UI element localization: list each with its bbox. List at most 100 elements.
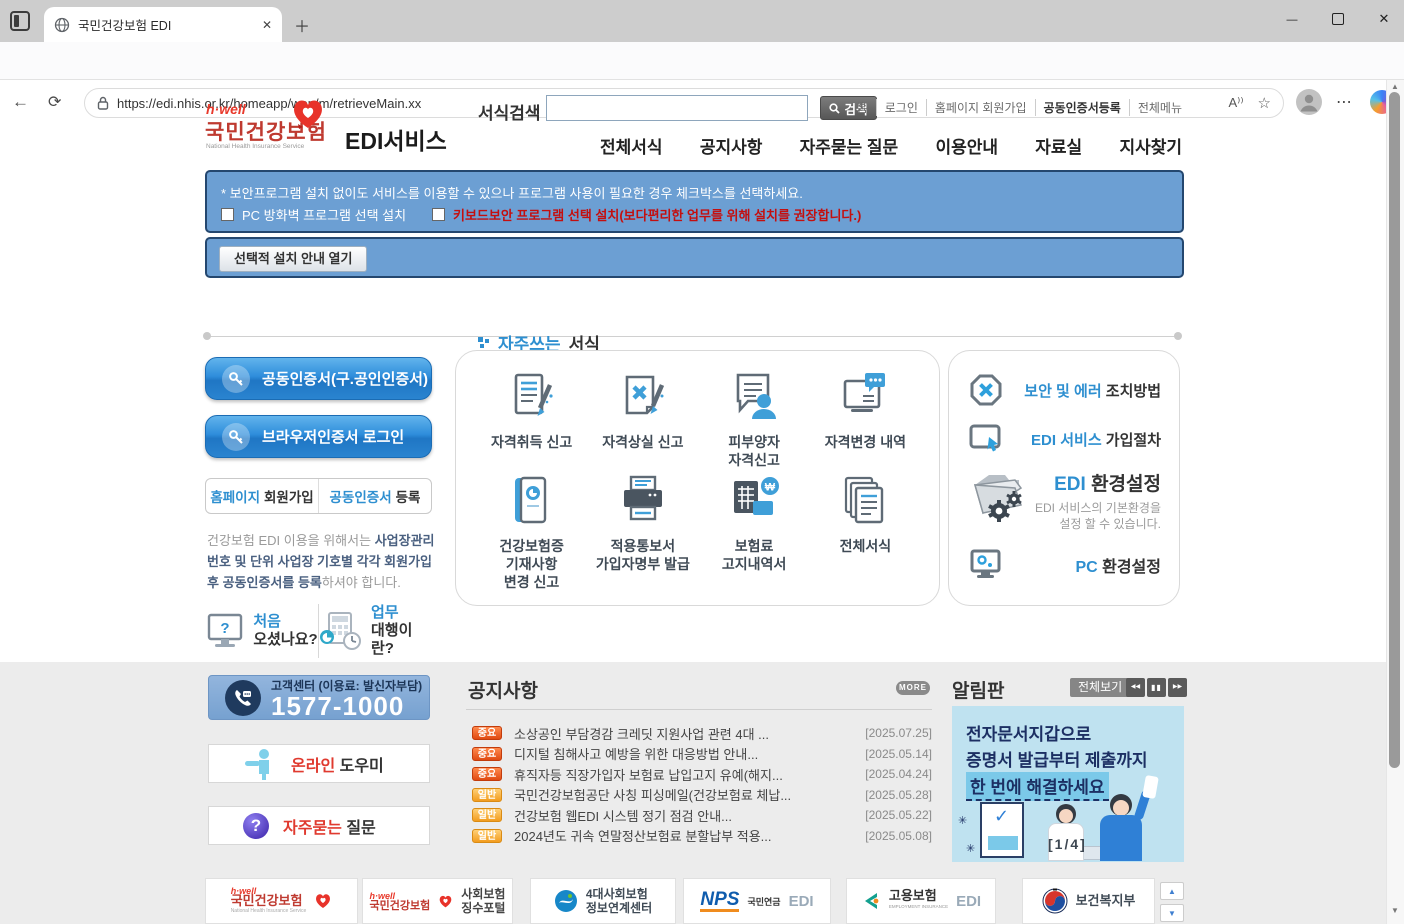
notice-row[interactable]: 일반 2024년도 귀속 연말정산보험료 분할납부 적용... [2025.05… (472, 829, 932, 843)
nav-faq[interactable]: 자주묻는 질문 (800, 133, 899, 158)
util-login-link[interactable]: 로그인 (877, 99, 927, 116)
taegeuk-icon (1042, 888, 1068, 914)
read-aloud-icon[interactable] (1228, 95, 1243, 111)
notice-badge: 중요 (472, 726, 502, 740)
form-search-input[interactable] (546, 95, 808, 121)
banner-page-indicator: [1/4] (1048, 836, 1087, 852)
call-center-number: 1577-1000 (271, 694, 422, 718)
monitor-chat-icon (837, 369, 893, 425)
window-maximize-button[interactable] (1318, 12, 1358, 30)
favorite-star-icon[interactable] (1258, 94, 1271, 112)
edi-settings-link[interactable]: EDI 환경설정 EDI 서비스의 기본환경을 설정 할 수 있습니다. (969, 469, 1161, 532)
sparkle-icon (958, 814, 967, 827)
nav-notices[interactable]: 공지사항 (700, 133, 763, 158)
window-close-button[interactable] (1364, 11, 1404, 27)
nhis-heart-icon (290, 96, 326, 132)
calculator-won-icon: ₩ (726, 473, 782, 529)
agency-info-link[interactable]: 업무대행이란? (319, 604, 432, 658)
board-section-title: 알림판 (952, 676, 1004, 703)
form-loss-report[interactable]: 자격상실 신고 (587, 369, 698, 469)
footer-logo-nhis[interactable]: h·well 국민건강보험 National Health Insurance … (205, 878, 358, 924)
footer-logo-social-insurance-portal[interactable]: h·well 국민건강보험 사회보험 징수포털 (362, 878, 513, 924)
scrollbar-thumb[interactable] (1389, 92, 1400, 768)
form-change-history[interactable]: 자격변경 내역 (810, 369, 921, 469)
frequent-forms-card: 자격취득 신고 자격상실 신고 피부양자 자격신고 자격변경 내역 건강보험 (455, 350, 940, 606)
membership-buttons: 홈페이지 회원가입 공동인증서 등록 (205, 478, 432, 514)
scrollbar-up-arrow[interactable] (1386, 82, 1404, 91)
window-minimize-button[interactable] (1272, 10, 1312, 26)
form-notice-print[interactable]: 적용통보서 가입자명부 발급 (587, 473, 698, 591)
document-pen-icon (504, 369, 560, 425)
registration-info-text: 건강보험 EDI 이용을 위해서는 사업장관리번호 및 단위 사업장 기호별 각… (207, 530, 435, 593)
speech-person-icon (726, 369, 782, 425)
board-view-all-button[interactable]: 전체보기 (1070, 678, 1130, 697)
security-notice-text: * 보안프로그램 설치 없이도 서비스를 이용할 수 있으나 프로그램 사용이 … (221, 183, 803, 202)
tab-close-icon[interactable] (262, 18, 272, 32)
board-pause-button[interactable] (1147, 678, 1166, 697)
scrollbar-down-arrow[interactable] (1386, 906, 1404, 915)
util-home-link[interactable]: 홈 (849, 99, 877, 116)
cert-register-button[interactable]: 공동인증서 등록 (319, 479, 431, 513)
form-all-forms[interactable]: 전체서식 (810, 473, 921, 591)
util-join-link[interactable]: 홈페이지 회원가입 (927, 99, 1036, 116)
browser-cert-login-button[interactable]: 브라우저인증서 로그인 (205, 415, 432, 458)
nav-all-forms[interactable]: 전체서식 (600, 133, 663, 158)
firewall-checkbox[interactable] (221, 208, 234, 221)
first-visit-link[interactable]: ? 처음오셨나요? (205, 604, 319, 658)
util-cert-register-link[interactable]: 공동인증서등록 (1036, 99, 1130, 116)
pc-settings-link[interactable]: PC 환경설정 (969, 548, 1161, 582)
footer-logo-nps-edi[interactable]: NPS 국민연금 EDI (683, 878, 831, 924)
page-title-edi-service: EDI서비스 (345, 122, 447, 156)
back-button[interactable] (12, 92, 29, 112)
notice-badge: 일반 (472, 808, 502, 822)
question-ball-icon: ? (243, 813, 269, 839)
online-helper-button[interactable]: 온라인 도우미 (208, 744, 430, 783)
nav-guide[interactable]: 이용안내 (935, 133, 998, 158)
browser-menu-icon[interactable] (1336, 92, 1352, 112)
magnifier-icon (829, 103, 840, 114)
notice-row[interactable]: 중요 디지털 침해사고 예방을 위한 대응방법 안내... [2025.05.1… (472, 747, 932, 761)
notice-row[interactable]: 중요 소상공인 부담경감 크레딧 지원사업 관련 4대 ... [2025.07… (472, 726, 932, 740)
section-bullet-icon (478, 337, 490, 349)
form-premium-statement[interactable]: ₩ 보험료 고지내역서 (699, 473, 810, 591)
documents-stack-icon (837, 473, 893, 529)
new-tab-button[interactable] (294, 13, 310, 37)
reload-button[interactable] (48, 92, 61, 112)
notice-row[interactable]: 일반 건강보험 웹EDI 시스템 정기 점검 안내... [2025.05.22… (472, 808, 932, 822)
footer-scroll-up-button[interactable] (1160, 882, 1184, 900)
homepage-join-button[interactable]: 홈페이지 회원가입 (206, 479, 319, 513)
nav-branch-finder[interactable]: 지사찾기 (1119, 133, 1182, 158)
form-acquisition-report[interactable]: 자격취득 신고 (476, 369, 587, 469)
notice-row[interactable]: 일반 국민건강보험공단 사칭 피싱메일(건강보험료 체납... [2025.05… (472, 788, 932, 802)
edi-join-procedure-link[interactable]: EDI 서비스 가입절차 (969, 423, 1161, 455)
phone-icon (225, 680, 261, 716)
keyboard-security-checkbox[interactable] (432, 208, 445, 221)
profile-avatar[interactable] (1296, 89, 1322, 115)
error-octagon-icon (969, 373, 1003, 407)
form-dependent-report[interactable]: 피부양자 자격신고 (699, 369, 810, 469)
security-error-link[interactable]: 보안 및 에러 조치방법 (969, 373, 1161, 407)
footer-logo-4insurance-center[interactable]: 4대사회보험 정보연계센터 (530, 878, 676, 924)
cert-login-button[interactable]: 공동인증서(구.공인인증서) (205, 357, 432, 400)
nav-archive[interactable]: 자료실 (1035, 133, 1082, 158)
notice-row[interactable]: 중요 휴직자등 직장가입자 보험료 납입고지 유예(해지... [2025.04… (472, 767, 932, 781)
browser-tab[interactable]: 국민건강보험 EDI (44, 7, 282, 42)
footer-logo-employment-insurance-edi[interactable]: 고용보험 EMPLOYMENT INSURANCE EDI (846, 878, 996, 924)
footer-scroll-down-button[interactable] (1160, 904, 1184, 922)
notice-more-button[interactable]: MORE (896, 681, 930, 695)
notice-badge: 일반 (472, 829, 502, 843)
divider-dot-left (203, 332, 211, 340)
optional-install-guide-button[interactable]: 선택적 설치 안내 열기 (219, 246, 367, 272)
board-prev-button[interactable] (1126, 678, 1145, 697)
form-card-info-change[interactable]: 건강보험증 기재사항 변경 신고 (476, 473, 587, 591)
site-logo-subtitle: National Health Insurance Service (206, 143, 304, 150)
tab-activities-icon[interactable] (10, 11, 30, 31)
main-nav: 전체서식 공지사항 자주묻는 질문 이용안내 자료실 지사찾기 (600, 133, 1182, 158)
footer-logo-mohw[interactable]: 보건복지부 (1022, 878, 1155, 924)
section-divider (205, 336, 1179, 337)
printer-icon (615, 473, 671, 529)
promo-banner[interactable]: 전자문서지갑으로 증명서 발급부터 제출까지 한 번에 해결하세요 [1/4] (952, 706, 1184, 862)
faq-button[interactable]: ? 자주묻는 질문 (208, 806, 430, 845)
board-next-button[interactable] (1168, 678, 1187, 697)
util-sitemap-link[interactable]: 전체메뉴 (1130, 99, 1182, 116)
